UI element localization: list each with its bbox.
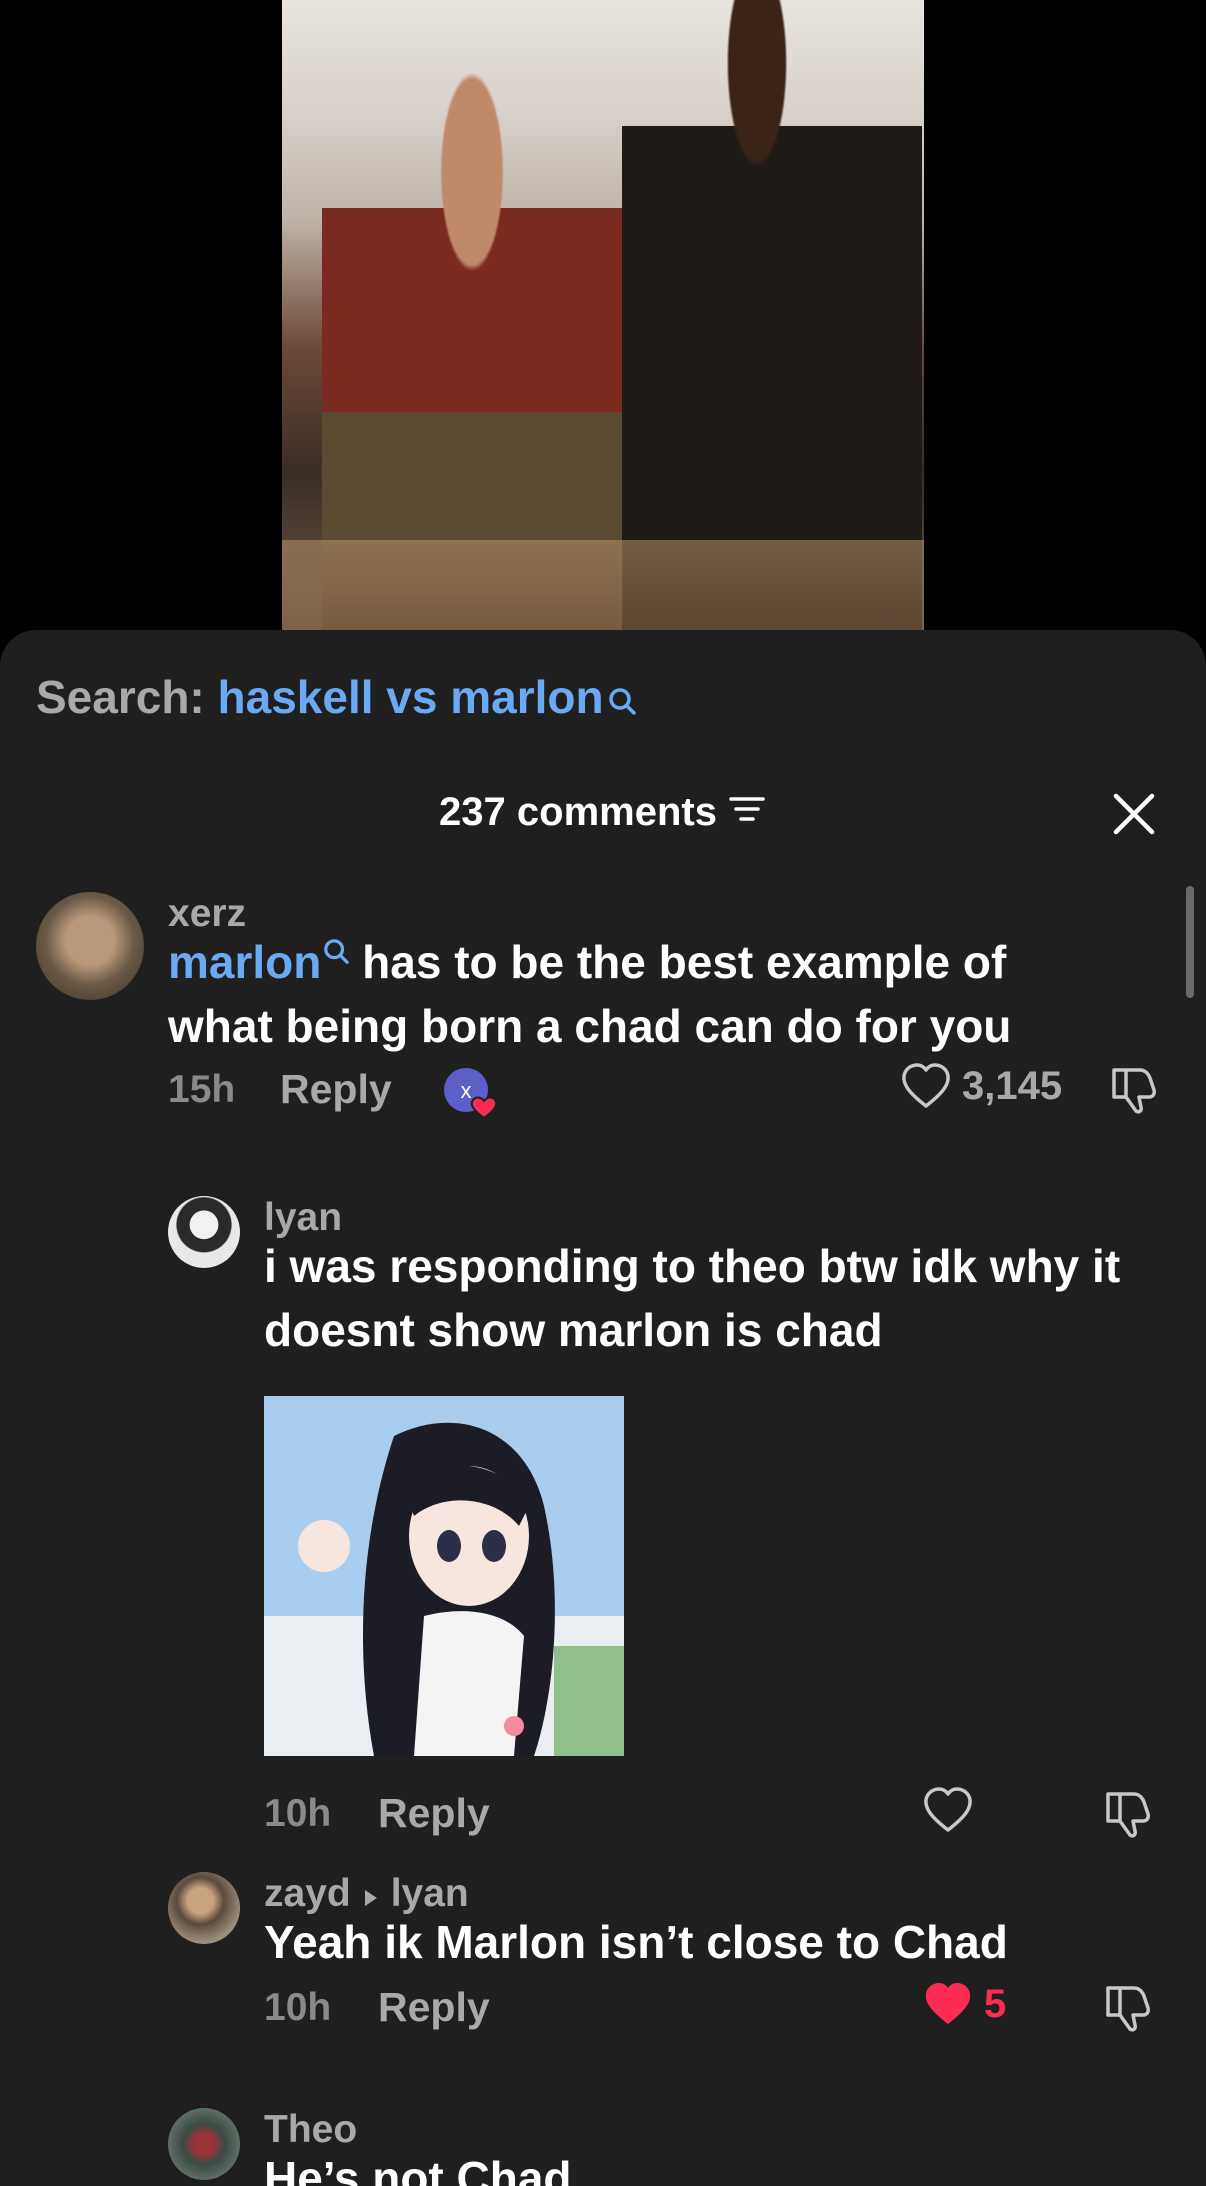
comment-time: 10h [264,1792,332,1835]
comments-sheet: Search: haskell vs marlon 237 comments x… [0,630,1206,2186]
thumbs-down-icon [1106,1986,1150,2032]
comment-attached-image[interactable] [264,1396,624,1756]
comments-count[interactable]: 237 comments [0,790,1206,835]
dislike-button[interactable] [1102,1982,1154,2039]
creator-liked-badge: x [442,1066,498,1120]
heart-filled-icon [925,1983,971,2024]
comment-time: 15h [168,1068,236,1111]
close-button[interactable] [1104,784,1164,844]
video-frame[interactable] [282,0,924,630]
avatar[interactable] [168,2108,240,2180]
reply-button[interactable]: Reply [280,1066,392,1113]
creator-badge-letter: x [461,1078,472,1103]
thumbs-down-icon [1106,1792,1150,1838]
avatar[interactable] [168,1872,240,1944]
comments-header: 237 comments [0,790,1206,850]
video-area[interactable] [0,0,1206,640]
comment-text: He’s not Chad [264,2152,572,2186]
photo-bench [282,540,924,630]
scrollbar[interactable] [1186,886,1194,998]
dislike-button[interactable] [1102,1788,1154,1845]
reply-to-user[interactable]: lyan [391,1872,469,1915]
photo-person-right [622,0,922,630]
reply-button[interactable]: Reply [378,1984,490,2031]
filter-icon[interactable] [727,790,767,835]
comment-text: marlon has to be the best example of wha… [168,936,1012,1052]
comment-text: i was responding to theo btw idk why it … [264,1240,1121,1356]
like-button[interactable]: 3,145 [900,1062,1062,1110]
avatar[interactable] [36,892,144,1000]
heart-icon [902,1063,950,1108]
search-icon [324,939,350,964]
like-count: 5 [984,1981,1007,2026]
search-prefix: Search: [36,671,205,723]
comments-count-label: 237 comments [439,790,717,834]
search-suggestion[interactable]: Search: haskell vs marlon [36,670,636,728]
dislike-button[interactable] [1108,1064,1160,1121]
search-query-link[interactable]: haskell vs marlon [218,671,604,723]
thumbs-down-icon [1112,1068,1156,1114]
anime-girl-image [264,1396,624,1756]
like-count: 3,145 [962,1063,1063,1108]
like-button[interactable] [922,1786,974,1834]
comment-text: Yeah ik Marlon isn’t close to Chad [264,1916,1008,1968]
avatar[interactable] [168,1196,240,1268]
comment-author[interactable]: zayd [264,1872,351,1915]
comment-time: 10h [264,1986,332,2029]
heart-icon [924,1787,972,1832]
close-icon [1113,793,1155,835]
reply-button[interactable]: Reply [378,1790,490,1837]
like-button[interactable]: 5 [922,1980,1006,2028]
search-icon [608,674,636,728]
mention-link[interactable]: marlon [168,936,350,988]
